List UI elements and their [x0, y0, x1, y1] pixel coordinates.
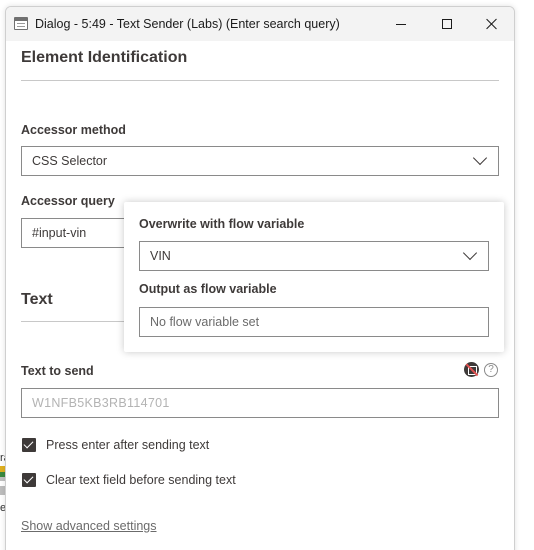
text-to-send-label: Text to send: [21, 364, 94, 378]
overwrite-flow-variable-label: Overwrite with flow variable: [139, 217, 305, 231]
output-flow-variable-input[interactable]: No flow variable set: [139, 307, 489, 337]
text-to-send-input[interactable]: W1NFB5KB3RB114701: [21, 388, 499, 418]
text-to-send-placeholder: W1NFB5KB3RB114701: [32, 396, 170, 410]
close-button[interactable]: [469, 7, 514, 41]
dialog-window-icon: [14, 17, 28, 30]
show-advanced-settings-link[interactable]: Show advanced settings: [21, 519, 157, 533]
maximize-button[interactable]: [424, 7, 470, 41]
clear-field-checkbox[interactable]: [22, 473, 36, 487]
help-icon[interactable]: ?: [484, 363, 498, 377]
maximize-icon: [442, 19, 452, 29]
accessor-method-value: CSS Selector: [32, 154, 108, 168]
overwrite-flow-variable-select[interactable]: VIN: [139, 241, 489, 271]
accessor-query-value: #input-vin: [32, 226, 87, 240]
accessor-method-select[interactable]: CSS Selector: [21, 146, 499, 176]
close-icon: [486, 18, 498, 30]
clear-field-label[interactable]: Clear text field before sending text: [46, 473, 236, 487]
section-divider: [21, 80, 499, 81]
chevron-down-icon: [472, 150, 488, 166]
flow-variable-icon[interactable]: [464, 362, 479, 377]
accessor-method-label: Accessor method: [21, 123, 126, 137]
flow-variable-popover: Overwrite with flow variable VIN Output …: [124, 202, 504, 352]
element-identification-heading: Element Identification: [21, 49, 188, 66]
chevron-down-icon: [462, 245, 478, 261]
text-section-heading: Text: [21, 291, 53, 308]
press-enter-checkbox[interactable]: [22, 438, 36, 452]
press-enter-label[interactable]: Press enter after sending text: [46, 438, 209, 452]
title-bar[interactable]: Dialog - 5:49 - Text Sender (Labs) (Ente…: [6, 7, 514, 41]
minimize-icon: [396, 23, 406, 25]
minimize-button[interactable]: [378, 7, 424, 41]
window-title: Dialog - 5:49 - Text Sender (Labs) (Ente…: [35, 17, 340, 31]
output-flow-variable-label: Output as flow variable: [139, 282, 277, 296]
accessor-query-label: Accessor query: [21, 194, 115, 208]
output-flow-variable-placeholder: No flow variable set: [150, 315, 260, 329]
overwrite-flow-variable-value: VIN: [150, 249, 171, 263]
